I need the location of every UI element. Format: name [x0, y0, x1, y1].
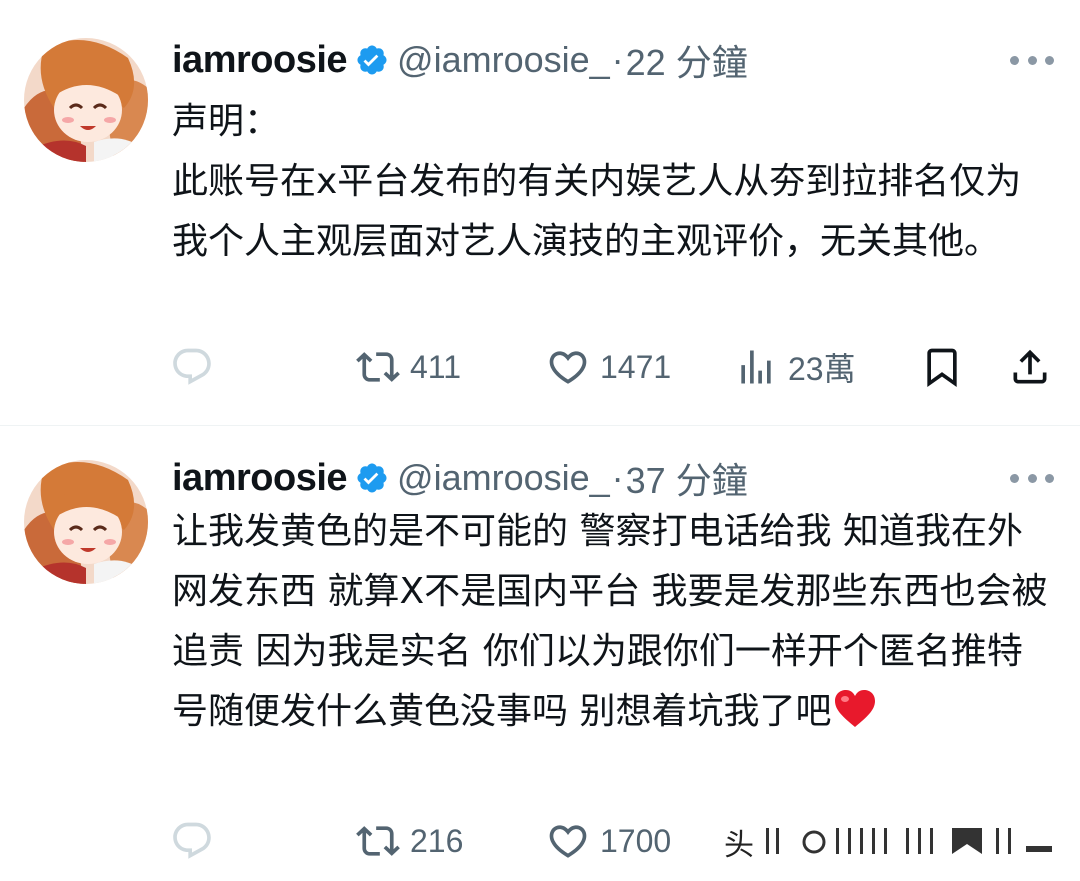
watermark: 头 [724, 820, 1064, 864]
views-chart-icon [734, 345, 778, 389]
bookmark-icon [920, 345, 964, 389]
like-button[interactable]: 1700 [546, 816, 671, 866]
verified-badge-icon [355, 43, 389, 77]
timestamp[interactable]: 22 分鐘 [626, 34, 748, 86]
action-bar: 411 1471 23萬 [0, 342, 1080, 392]
bookmark-button[interactable] [920, 342, 964, 392]
retweet-button[interactable]: 411 [356, 342, 461, 392]
user-handle[interactable]: @iamroosie_ [397, 457, 610, 499]
more-options-icon[interactable] [1010, 468, 1054, 488]
retweet-count: 411 [410, 348, 462, 385]
retweet-button[interactable]: 216 [356, 816, 463, 866]
tweet-header: iamroosie @iamroosie_ · 22 分鐘 [172, 34, 748, 86]
separator-dot: · [611, 457, 624, 498]
like-button[interactable]: 1471 [546, 342, 671, 392]
heart-icon [546, 819, 590, 863]
verified-badge-icon [355, 461, 389, 495]
reply-icon [170, 819, 214, 863]
display-name[interactable]: iamroosie [172, 39, 348, 82]
avatar[interactable] [24, 460, 148, 584]
like-count: 1471 [600, 348, 672, 385]
tweet-text-content: 让我发黄色的是不可能的 警察打电话给我 知道我在外网发东西 就算X不是国内平台 … [172, 511, 1048, 732]
retweet-count: 216 [410, 822, 464, 859]
tweet[interactable]: iamroosie @iamroosie_ · 22 分鐘 声明： 此账号在x平… [0, 0, 1080, 425]
timestamp[interactable]: 37 分鐘 [626, 452, 748, 504]
share-icon [1008, 345, 1052, 389]
tweet-text: 声明： 此账号在x平台发布的有关内娱艺人从夯到拉排名仅为我个人主观层面对艺人演技… [172, 101, 1022, 262]
like-count: 1700 [600, 822, 672, 859]
heart-icon [546, 345, 590, 389]
reply-icon [170, 345, 214, 389]
tweet-text: 让我发黄色的是不可能的 警察打电话给我 知道我在外网发东西 就算X不是国内平台 … [172, 502, 1057, 742]
heart-emoji-icon [833, 688, 877, 728]
more-options-icon[interactable] [1010, 50, 1054, 70]
avatar[interactable] [24, 38, 148, 162]
share-button[interactable] [1008, 342, 1052, 392]
views-count: 23萬 [788, 351, 856, 387]
tweet-header: iamroosie @iamroosie_ · 37 分鐘 [172, 452, 748, 504]
tweet[interactable]: iamroosie @iamroosie_ · 37 分鐘 让我发黄色的是不可能… [0, 426, 1080, 881]
display-name[interactable]: iamroosie [172, 457, 348, 500]
separator-dot: · [611, 39, 624, 80]
reply-button[interactable] [170, 816, 224, 866]
views-button[interactable]: 23萬 [734, 342, 856, 392]
reply-button[interactable] [170, 342, 224, 392]
watermark-pattern-icon [766, 828, 1052, 854]
user-handle[interactable]: @iamroosie_ [397, 39, 610, 81]
retweet-icon [356, 819, 400, 863]
retweet-icon [356, 345, 400, 389]
watermark-text: 头 [724, 828, 756, 863]
